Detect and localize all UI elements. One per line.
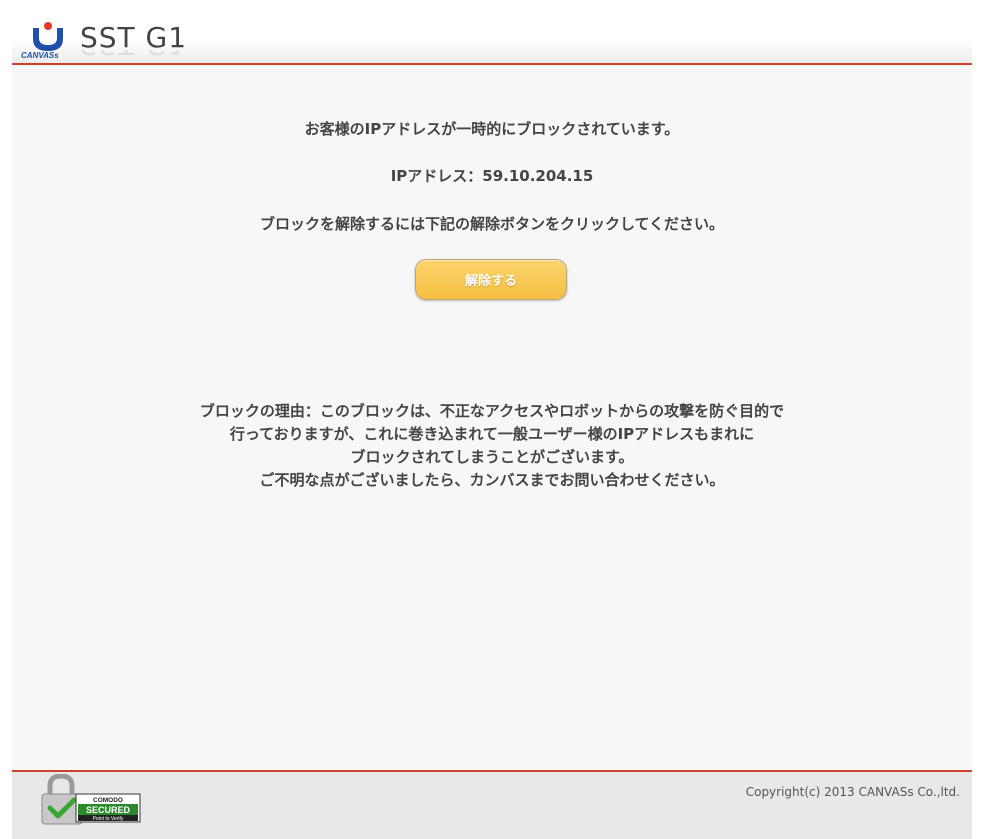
reason-line: ご不明な点がございましたら、カンバスまでお問い合わせください。 — [259, 471, 725, 489]
ip-address: IPアドレス：59.10.204.15 — [390, 167, 594, 185]
instruction-text: ブロックを解除するには下記の解除ボタンをクリックしてください。 — [259, 215, 725, 233]
header: CANVASs SST G1 SST G1 — [12, 14, 972, 65]
page: CANVASs SST G1 SST G1 お客様のIPアドレスが一時的にブロッ… — [12, 14, 972, 839]
reason-line: ブロックされてしまうことがございます。 — [350, 448, 634, 466]
svg-text:COMODO: COMODO — [93, 797, 123, 804]
canvass-logo: CANVASs — [21, 22, 63, 59]
brand-small-text: CANVASs — [21, 51, 59, 59]
block-reason: ブロックの理由：このブロックは、不正なアクセスやロボットからの攻撃を防ぐ目的で … — [12, 400, 972, 492]
unblock-button[interactable]: 解除する — [415, 259, 567, 300]
svg-text:SECURED: SECURED — [86, 805, 131, 815]
reason-line: 行っておりますが、これに巻き込まれて一般ユーザー様のIPアドレスもまれに — [229, 425, 755, 443]
comodo-secured-seal[interactable]: COMODO SECURED Point to Verify — [40, 774, 142, 826]
footer: COMODO SECURED Point to Verify Copyright… — [12, 770, 972, 839]
product-name-reflection: SST G1 — [80, 50, 187, 62]
svg-text:Point to Verify: Point to Verify — [93, 816, 124, 822]
reason-line: ブロックの理由：このブロックは、不正なアクセスやロボットからの攻撃を防ぐ目的で — [199, 402, 785, 420]
block-message: お客様のIPアドレスが一時的にブロックされています。 — [304, 120, 680, 138]
copyright: Copyright(c) 2013 CANVASs Co.,ltd. — [745, 785, 960, 799]
